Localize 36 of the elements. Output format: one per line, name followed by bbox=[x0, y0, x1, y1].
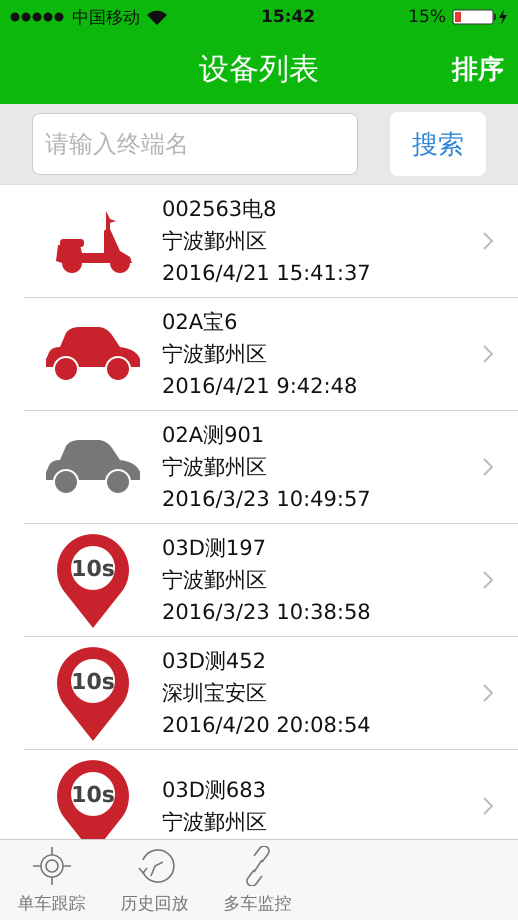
sort-button[interactable]: 排序 bbox=[450, 50, 506, 89]
update-time: 2016/4/21 9:42:48 bbox=[162, 374, 358, 398]
device-location: 宁波鄞州区 bbox=[162, 229, 268, 253]
update-time: 2016/4/20 20:08:54 bbox=[162, 713, 372, 737]
device-location: 宁波鄞州区 bbox=[162, 810, 268, 834]
tab-item[interactable]: 多车监控 bbox=[206, 840, 309, 920]
device-name: 02A测901 bbox=[162, 423, 266, 447]
update-time: 2016/4/21 15:41:37 bbox=[162, 261, 372, 285]
tab-item[interactable]: 历史回放 bbox=[103, 840, 206, 920]
signal-icon bbox=[10, 12, 66, 22]
tab-item[interactable]: 单车跟踪 bbox=[0, 840, 103, 920]
chevron-icon[interactable] bbox=[482, 344, 494, 364]
update-time: 2016/3/23 10:49:57 bbox=[162, 487, 372, 511]
device-name: 03D测683 bbox=[162, 778, 267, 802]
device-location: 宁波鄞州区 bbox=[162, 455, 268, 479]
wifi-icon bbox=[146, 9, 168, 25]
search-button[interactable]: 搜索 bbox=[390, 112, 486, 176]
device-location: 深圳宝安区 bbox=[162, 681, 268, 705]
battery-percent: 15% bbox=[408, 7, 446, 27]
chevron-icon[interactable] bbox=[482, 570, 494, 590]
carrier-name: 中国移动 bbox=[72, 6, 140, 28]
chevron-icon[interactable] bbox=[482, 457, 494, 477]
search-field[interactable]: 请输入终端名 bbox=[32, 113, 358, 175]
device-location: 宁波鄞州区 bbox=[162, 342, 268, 366]
device-location: 宁波鄞州区 bbox=[162, 568, 268, 592]
battery-icon bbox=[452, 8, 508, 26]
screen-title: 设备列表 bbox=[199, 50, 319, 88]
device-name: 03D测452 bbox=[162, 649, 267, 673]
device-name: 02A宝6 bbox=[162, 310, 238, 334]
chevron-icon[interactable] bbox=[482, 683, 494, 703]
device-name: 03D测197 bbox=[162, 536, 267, 560]
update-time: 2016/3/23 10:38:58 bbox=[162, 600, 372, 624]
chevron-icon[interactable] bbox=[482, 231, 494, 251]
chevron-icon[interactable] bbox=[482, 796, 494, 816]
clock: 15:42 bbox=[261, 7, 316, 27]
device-name: 002563电8 bbox=[162, 197, 278, 221]
